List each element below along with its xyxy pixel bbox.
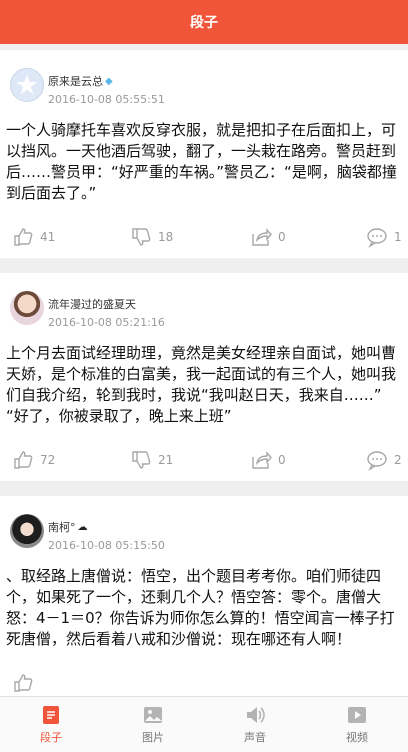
cloud-icon: ☁ xyxy=(77,521,88,533)
avatar[interactable] xyxy=(10,291,44,325)
post-card[interactable]: 原来是云总 ◆ 2016-10-08 05:55:51 一个人骑摩托车喜欢反穿衣… xyxy=(0,50,408,258)
like-button[interactable]: 72 xyxy=(12,449,55,471)
username[interactable]: 流年漫过的盛夏天 xyxy=(48,296,136,312)
avatar[interactable] xyxy=(10,514,44,548)
post-card[interactable]: 南柯° ☁ 2016-10-08 05:15:50 、取经路上唐僧说：悟空，出个… xyxy=(0,496,408,696)
thumbs-down-icon xyxy=(132,451,151,469)
comment-icon xyxy=(367,451,387,471)
comment-icon xyxy=(367,228,387,248)
post-text: 、取经路上唐僧说：悟空，出个题目考考你。咱们师徒四个，如果死了一个，还剩几个人？… xyxy=(6,567,395,648)
like-button[interactable]: 41 xyxy=(12,226,55,248)
share-button[interactable]: 0 xyxy=(250,226,286,248)
share-icon xyxy=(252,451,272,469)
like-button[interactable] xyxy=(12,672,40,694)
username[interactable]: 原来是云总 ◆ xyxy=(48,73,113,89)
tab-video[interactable]: 视频 xyxy=(306,697,408,752)
avatar[interactable] xyxy=(10,68,44,102)
tab-audio[interactable]: 声音 xyxy=(204,697,306,752)
diamond-icon: ◆ xyxy=(105,75,113,87)
page-title: 段子 xyxy=(190,15,218,31)
post-text: 一个人骑摩托车喜欢反穿衣服，就是把扣子在后面扣上，可以挡风。一天他酒后驾驶，翻了… xyxy=(6,121,397,202)
post-text: 上个月去面试经理助理，竟然是美女经理亲自面试，她叫曹天娇，是个标准的白富美，我一… xyxy=(6,344,397,425)
bottom-tab-bar: 段子 图片 声音 视频 xyxy=(0,696,408,752)
post-card[interactable]: 流年漫过的盛夏天 2016-10-08 05:21:16 上个月去面试经理助理，… xyxy=(0,273,408,481)
thumbs-up-icon xyxy=(14,451,33,469)
post-feed[interactable]: 原来是云总 ◆ 2016-10-08 05:55:51 一个人骑摩托车喜欢反穿衣… xyxy=(0,50,408,696)
dislike-button[interactable]: 18 xyxy=(130,226,173,248)
username[interactable]: 南柯° ☁ xyxy=(48,519,88,535)
play-icon xyxy=(348,707,366,723)
tab-pictures[interactable]: 图片 xyxy=(102,697,204,752)
post-timestamp: 2016-10-08 05:55:51 xyxy=(48,93,165,106)
speaker-icon xyxy=(247,707,265,723)
comment-button[interactable]: 2 xyxy=(366,449,402,471)
top-bar: 段子 xyxy=(0,0,408,44)
share-icon xyxy=(252,228,272,246)
thumbs-up-icon xyxy=(14,228,33,246)
dislike-button[interactable]: 21 xyxy=(130,449,173,471)
document-icon xyxy=(43,706,59,724)
post-timestamp: 2016-10-08 05:21:16 xyxy=(48,316,165,329)
share-button[interactable]: 0 xyxy=(250,449,286,471)
thumbs-up-icon xyxy=(14,674,33,692)
tab-jokes[interactable]: 段子 xyxy=(0,697,102,752)
post-timestamp: 2016-10-08 05:15:50 xyxy=(48,539,165,552)
image-icon xyxy=(144,707,162,723)
thumbs-down-icon xyxy=(132,228,151,246)
comment-button[interactable]: 1 xyxy=(366,226,402,248)
